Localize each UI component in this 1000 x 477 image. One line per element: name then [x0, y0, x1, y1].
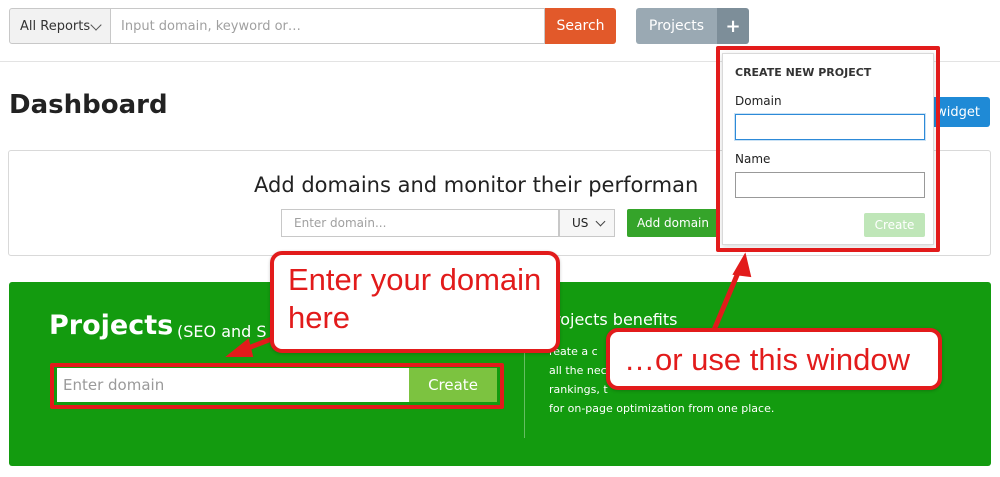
- country-value: US: [572, 216, 589, 230]
- search-button[interactable]: Search: [545, 8, 616, 44]
- popover-domain-input[interactable]: [735, 114, 925, 140]
- callout-line: here: [288, 300, 351, 335]
- all-reports-select[interactable]: All Reports: [9, 8, 111, 44]
- benefits-line: for on-page optimization from one place.: [549, 402, 775, 415]
- callout-line: Enter your domain: [288, 262, 542, 297]
- add-project-plus-icon[interactable]: +: [717, 8, 749, 44]
- popover-name-input[interactable]: [735, 172, 925, 198]
- project-create-button[interactable]: Create: [409, 368, 497, 402]
- add-domain-button[interactable]: Add domain: [627, 209, 719, 237]
- projects-panel-title: Projects: [49, 310, 174, 341]
- arrow-head-icon: [732, 252, 752, 278]
- create-project-popover: CREATE NEW PROJECT Domain Name Create: [722, 53, 934, 245]
- callout-use-window: …or use this window: [606, 328, 942, 390]
- domain-input[interactable]: [281, 209, 559, 237]
- projects-panel-subtitle: (SEO and S: [177, 322, 267, 341]
- name-label: Name: [735, 152, 771, 166]
- chevron-down-icon: [595, 216, 606, 227]
- projects-button[interactable]: Projects: [636, 8, 717, 44]
- chevron-down-icon: [90, 19, 102, 31]
- popover-create-button[interactable]: Create: [864, 213, 925, 237]
- domain-label: Domain: [735, 94, 782, 108]
- callout-enter-domain: Enter your domain here: [270, 251, 560, 353]
- page-title: Dashboard: [9, 90, 168, 120]
- all-reports-label: All Reports: [20, 18, 91, 34]
- benefits-title: rojects benefits: [554, 310, 678, 329]
- country-select[interactable]: US: [559, 209, 615, 237]
- project-domain-input[interactable]: [57, 368, 409, 402]
- search-input[interactable]: [111, 8, 545, 44]
- popover-title: CREATE NEW PROJECT: [735, 66, 872, 79]
- add-domains-heading: Add domains and monitor their performan: [254, 173, 699, 197]
